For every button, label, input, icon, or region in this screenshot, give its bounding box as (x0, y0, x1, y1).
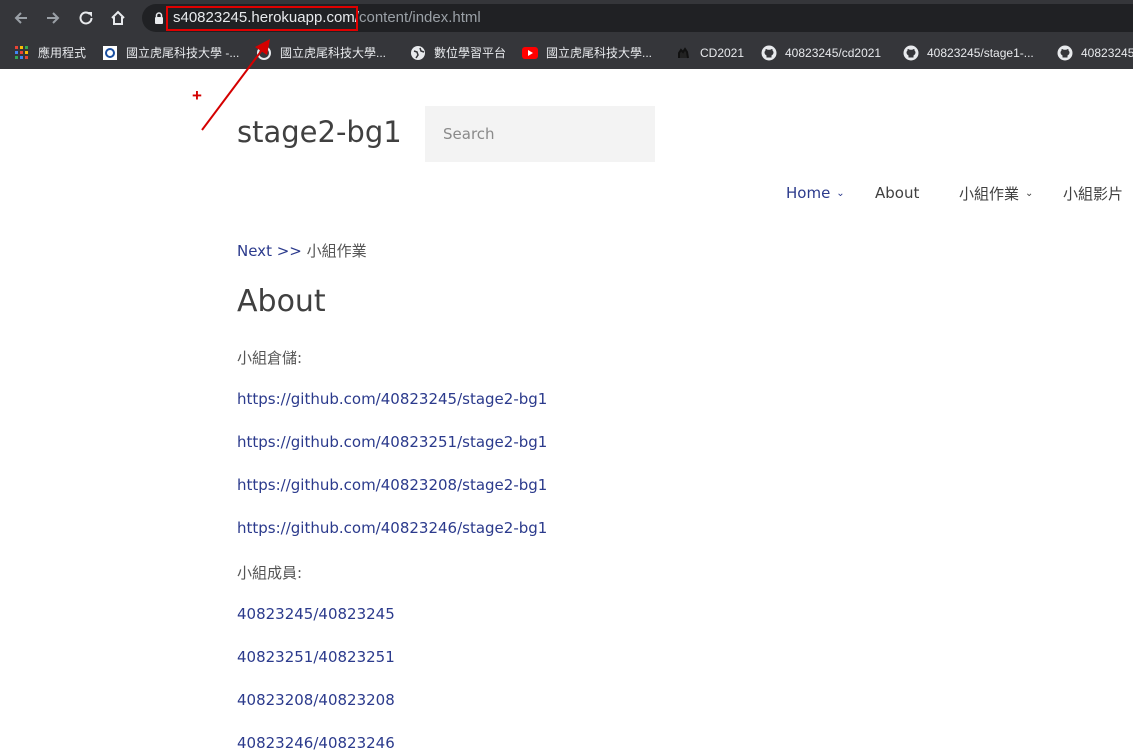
nav-group-video[interactable]: 小組影片 (1063, 182, 1123, 204)
bookmark-label: 40823245/cd2021 (785, 45, 882, 60)
bookmark-label: 數位學習平台 (434, 46, 507, 60)
bookmark-label: 國立虎尾科技大學... (546, 46, 653, 60)
nav-label: 小組作業 (959, 184, 1020, 203)
repo-link[interactable]: https://github.com/40823246/stage2-bg1 (237, 519, 547, 537)
arrow-left-icon (14, 12, 27, 24)
url-highlight-box (166, 6, 358, 31)
page-heading: About (237, 284, 326, 319)
repo-link[interactable]: https://github.com/40823245/stage2-bg1 (237, 390, 547, 408)
bookmark-apps[interactable]: 應用程式 (14, 36, 86, 69)
bookmark-nfu-1[interactable]: 國立虎尾科技大學 -... (102, 36, 239, 69)
bookmark-elearning[interactable]: 數位學習平台 (410, 36, 506, 69)
chevron-down-icon: ⌄ (1025, 187, 1034, 199)
forward-button[interactable] (41, 6, 65, 30)
home-icon (111, 10, 125, 25)
bookmark-github-user[interactable]: 40823245 (1057, 36, 1133, 69)
bookmark-label: CD2021 (700, 45, 745, 60)
school-icon (102, 45, 118, 61)
bookmark-label: 國立虎尾科技大學 -... (126, 46, 240, 60)
github-icon (903, 45, 919, 61)
nav-home[interactable]: Home ⌄ (786, 182, 845, 204)
nav-label: 小組影片 (1063, 184, 1124, 203)
annotation-plus-marker: + (192, 86, 202, 105)
github-icon (761, 45, 777, 61)
bookmark-cd2021[interactable]: CD2021 (676, 36, 744, 69)
url-path: content/index.html (358, 9, 481, 26)
nav-about[interactable]: About (875, 182, 919, 204)
repo-link[interactable]: https://github.com/40823251/stage2-bg1 (237, 433, 547, 451)
school-icon (256, 45, 272, 61)
reload-button[interactable] (74, 6, 98, 30)
search-input[interactable] (425, 106, 655, 162)
youtube-icon (522, 45, 538, 61)
repo-label: 小組倉儲: (237, 349, 303, 367)
member-link[interactable]: 40823251/40823251 (237, 648, 395, 666)
nav-group-work[interactable]: 小組作業 ⌄ (959, 182, 1033, 204)
back-button[interactable] (9, 6, 33, 30)
camel-icon (676, 45, 692, 61)
member-link[interactable]: 40823245/40823245 (237, 605, 395, 623)
bookmark-github-cd2021[interactable]: 40823245/cd2021 (761, 36, 881, 69)
repo-link[interactable]: https://github.com/40823208/stage2-bg1 (237, 476, 547, 494)
breadcrumb-current: 小組作業 (306, 242, 367, 260)
apps-grid-icon (14, 45, 30, 61)
breadcrumb: Next >> 小組作業 (237, 240, 367, 261)
member-link[interactable]: 40823246/40823246 (237, 734, 395, 752)
bookmark-github-stage1[interactable]: 40823245/stage1-... (903, 36, 1034, 69)
home-button[interactable] (106, 6, 130, 30)
globe-icon (410, 45, 426, 61)
bookmarks-bar: 應用程式 國立虎尾科技大學 -... 國立虎尾科技大學... 數位學習平台 國立… (0, 36, 1133, 69)
bookmark-label: 國立虎尾科技大學... (280, 46, 387, 60)
member-link[interactable]: 40823208/40823208 (237, 691, 395, 709)
breadcrumb-next-link[interactable]: Next (237, 242, 272, 260)
nav-label: Home (786, 184, 831, 202)
breadcrumb-separator: >> (276, 242, 302, 260)
bookmark-nfu-2[interactable]: 國立虎尾科技大學... (256, 36, 386, 69)
github-icon (1057, 45, 1073, 61)
bookmark-youtube[interactable]: 國立虎尾科技大學... (522, 36, 652, 69)
nav-label: About (875, 184, 920, 202)
lock-icon (155, 12, 163, 24)
member-label: 小組成員: (237, 564, 303, 582)
bookmark-label: 應用程式 (38, 46, 87, 60)
chevron-down-icon: ⌄ (836, 187, 845, 199)
bookmark-label: 40823245 (1081, 45, 1133, 60)
bookmark-label: 40823245/stage1-... (927, 45, 1034, 60)
arrow-right-icon (47, 12, 60, 24)
site-title[interactable]: stage2-bg1 (237, 115, 402, 149)
reload-icon (79, 11, 93, 25)
